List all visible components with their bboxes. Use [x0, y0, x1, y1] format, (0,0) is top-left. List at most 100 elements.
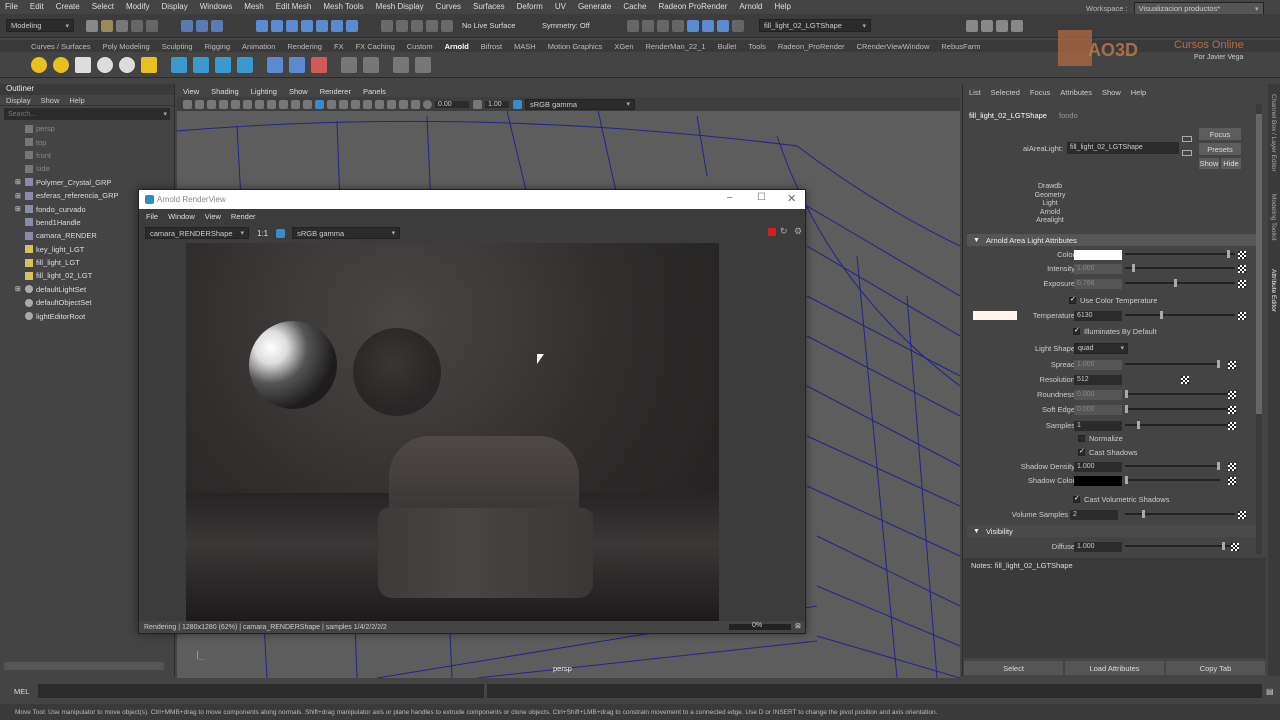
shelf-tab[interactable]: FX — [334, 42, 344, 51]
symmetry-label[interactable]: Symmetry: Off — [542, 21, 627, 30]
camera-select-icon[interactable] — [183, 99, 192, 109]
focus-button[interactable]: Focus — [1199, 128, 1241, 140]
shadow-density-map-icon[interactable] — [1228, 462, 1236, 471]
outliner-menu-help[interactable]: Help — [69, 96, 84, 105]
focus-arrow-icon[interactable] — [1182, 136, 1192, 142]
copy-tab-button[interactable]: Copy Tab — [1166, 661, 1265, 675]
menu-create[interactable]: Create — [56, 2, 80, 11]
bookmark-icon[interactable] — [207, 99, 216, 109]
outliner-item-side[interactable]: side — [0, 162, 174, 175]
render-frame-icon[interactable] — [627, 19, 639, 32]
samples-field[interactable]: 1 — [1074, 420, 1122, 431]
roundness-field[interactable]: 0.000 — [1074, 389, 1122, 400]
notes-area[interactable]: Notes: fill_light_02_LGTShape — [963, 558, 1266, 658]
shelf-tab[interactable]: Tools — [748, 42, 766, 51]
menu-mesh[interactable]: Mesh — [244, 2, 264, 11]
close-icon[interactable]: ✕ — [787, 192, 796, 205]
rv-colorspace-select[interactable]: sRGB gamma — [292, 227, 401, 239]
snap-view-plane-icon[interactable] — [316, 19, 328, 32]
wireframe-icon[interactable] — [303, 99, 312, 109]
textured-icon[interactable] — [327, 99, 336, 109]
smooth-shade-icon[interactable] — [315, 99, 324, 109]
outliner-search[interactable]: Search... ▾ — [4, 108, 170, 120]
stop-render-icon[interactable] — [768, 228, 776, 236]
input-ops-icon[interactable] — [396, 19, 408, 32]
side-tab-channel-box[interactable]: Channel Box / Layer Editor — [1270, 94, 1277, 172]
layout-icon-1[interactable] — [966, 19, 978, 32]
shelf-tab[interactable]: MASH — [514, 42, 536, 51]
shelf-tab[interactable]: Custom — [407, 42, 433, 51]
section-area-light-attributes[interactable]: ▼ Arnold Area Light Attributes — [967, 234, 1259, 246]
select-object-icon[interactable] — [196, 19, 208, 32]
resolution-gate-icon[interactable] — [255, 99, 264, 109]
intensity-map-icon[interactable] — [1238, 264, 1246, 273]
roundness-map-icon[interactable] — [1228, 390, 1236, 399]
safe-action-icon[interactable] — [291, 99, 300, 109]
shelf-tab[interactable]: Poly Modeling — [103, 42, 150, 51]
shelf-tab[interactable]: Bifrost — [481, 42, 502, 51]
menu-select[interactable]: Select — [92, 2, 114, 11]
physical-sky-icon[interactable] — [141, 56, 157, 73]
expand-icon[interactable]: ⊞ — [15, 192, 21, 200]
image-plane-icon[interactable] — [219, 99, 228, 109]
checkbox[interactable] — [1073, 494, 1080, 503]
menu-deform[interactable]: Deform — [517, 2, 543, 11]
attr-menu-show[interactable]: Show — [1102, 88, 1121, 97]
snap-curve-icon[interactable] — [271, 19, 283, 32]
menuset-select[interactable]: Modeling — [6, 19, 74, 32]
node-name-field[interactable]: fill_light_02_LGTShape — [1067, 142, 1179, 154]
exposure-field[interactable]: 0.766 — [1074, 278, 1122, 289]
roundness-slider[interactable] — [1125, 390, 1235, 398]
layout-icon-2[interactable] — [981, 19, 993, 32]
snap-point-icon[interactable] — [286, 19, 298, 32]
samples-slider[interactable] — [1125, 421, 1235, 429]
checkbox[interactable] — [1078, 447, 1085, 456]
render-settings-icon[interactable] — [657, 19, 669, 32]
vp-menu-show[interactable]: Show — [289, 87, 308, 96]
xray-icon[interactable] — [375, 99, 384, 109]
new-scene-icon[interactable] — [86, 19, 98, 32]
shadow-color-map-icon[interactable] — [1228, 476, 1236, 485]
rv-menu-file[interactable]: File — [146, 212, 158, 221]
outliner-item-persp[interactable]: persp — [0, 122, 174, 135]
history-icon[interactable] — [381, 19, 393, 32]
render-image[interactable] — [186, 243, 719, 621]
temperature-map-icon[interactable] — [1238, 311, 1246, 320]
select-component-icon[interactable] — [211, 19, 223, 32]
color-management-icon[interactable] — [513, 99, 522, 109]
view-transform-select[interactable]: sRGB gamma — [525, 98, 635, 110]
shelf-tab[interactable]: RebusFarm — [941, 42, 980, 51]
shelf-tab[interactable]: XGen — [614, 42, 633, 51]
construction-history-icon[interactable] — [426, 19, 438, 32]
output-ops-icon[interactable] — [411, 19, 423, 32]
outliner-search-input[interactable]: Search... — [8, 111, 36, 118]
select-hierarchy-icon[interactable] — [181, 19, 193, 32]
redo-icon[interactable] — [146, 19, 158, 32]
operator-icon[interactable] — [363, 56, 379, 73]
snap-center-icon[interactable] — [346, 19, 358, 32]
attr-menu-list[interactable]: List — [969, 88, 981, 97]
outliner-item-top[interactable]: top — [0, 135, 174, 148]
menu-cache[interactable]: Cache — [623, 2, 646, 11]
light-shape-select[interactable]: quad — [1074, 343, 1128, 354]
menu-modify[interactable]: Modify — [126, 2, 150, 11]
volume-icon[interactable] — [215, 56, 231, 73]
shadow-color-swatch[interactable] — [1074, 475, 1122, 486]
shelf-tab[interactable]: FX Caching — [356, 42, 395, 51]
menu-file[interactable]: File — [5, 2, 18, 11]
menu-radeon[interactable]: Radeon ProRender — [658, 2, 727, 11]
vp-menu-shading[interactable]: Shading — [211, 87, 239, 96]
spread-field[interactable]: 1.000 — [1074, 359, 1122, 370]
checkbox[interactable] — [1078, 435, 1085, 442]
rv-camera-select[interactable]: camara_RENDERShape — [145, 227, 249, 239]
exposure-icon[interactable] — [423, 99, 432, 109]
color-swatch[interactable] — [1074, 249, 1122, 260]
cast-volumetric-checkbox[interactable]: Cast Volumetric Shadows — [1073, 493, 1280, 506]
grid-toggle-icon[interactable] — [231, 99, 240, 109]
attr-menu-selected[interactable]: Selected — [991, 88, 1020, 97]
cmd-lang-label[interactable]: MEL — [14, 687, 36, 696]
cast-shadows-checkbox[interactable]: Cast Shadows — [1078, 446, 1280, 459]
select-button[interactable]: Select — [964, 661, 1063, 675]
delete-icon[interactable] — [311, 56, 327, 73]
light-manager-icon[interactable] — [341, 56, 357, 73]
